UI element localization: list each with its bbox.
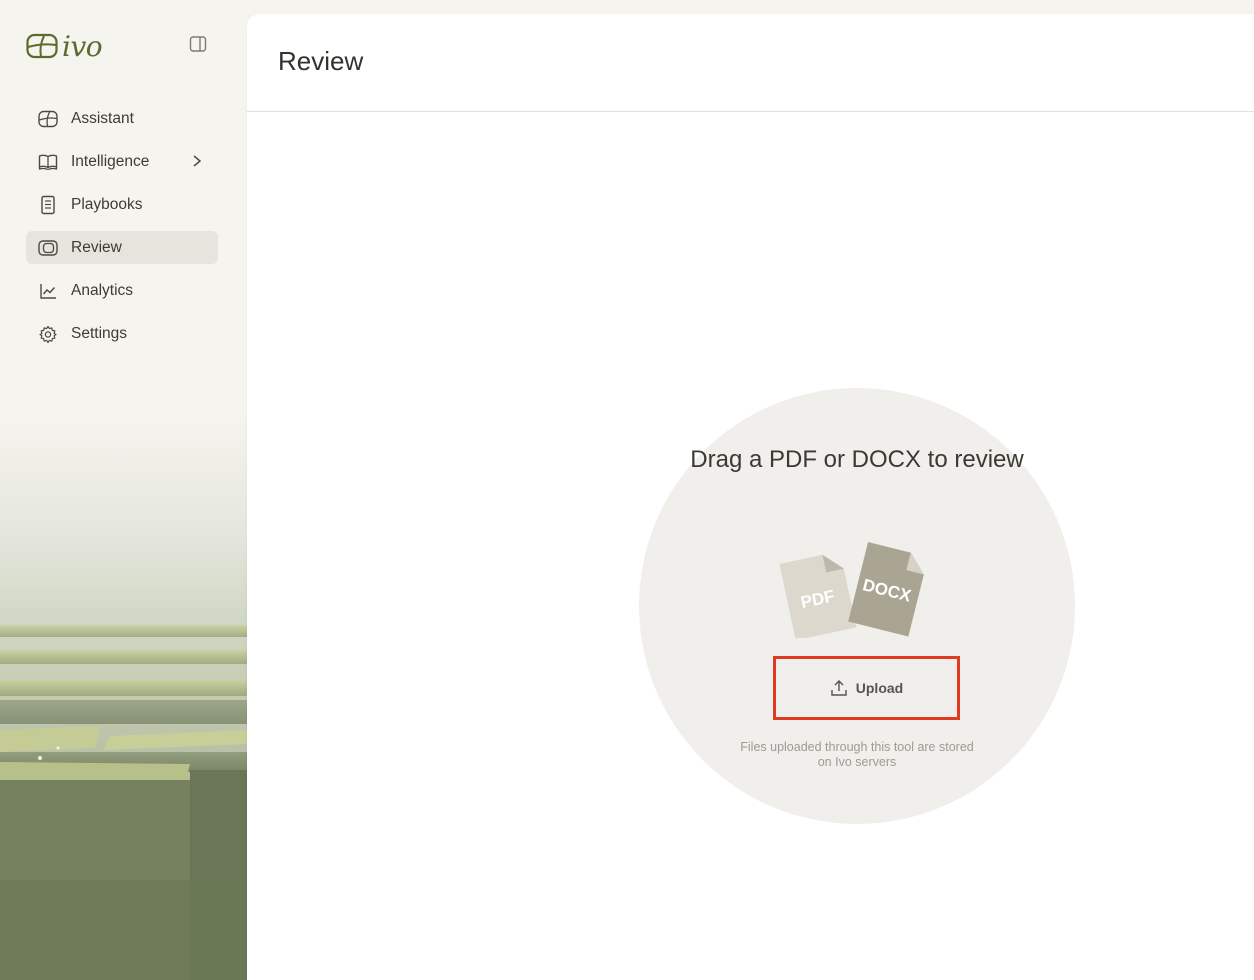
- dropzone-title: Drag a PDF or DOCX to review: [690, 446, 1024, 473]
- assistant-icon: [38, 109, 58, 129]
- main-panel: Review Drag a PDF or DOCX to review PDF …: [247, 14, 1254, 980]
- ivo-logo[interactable]: ivo: [26, 29, 103, 63]
- chevron-right-icon: [193, 155, 202, 167]
- sidebar-item-assistant[interactable]: Assistant: [26, 102, 218, 135]
- sidebar-toggle-icon: [189, 36, 207, 52]
- page-title: Review: [278, 46, 364, 76]
- upload-icon: [831, 680, 847, 696]
- upload-storage-note: Files uploaded through this tool are sto…: [740, 740, 974, 769]
- sidebar-item-intelligence[interactable]: Intelligence: [26, 145, 218, 178]
- logo-text: ivo: [62, 29, 103, 63]
- file-dropzone[interactable]: Drag a PDF or DOCX to review PDF DOCX Up…: [639, 388, 1075, 824]
- sidebar-item-analytics[interactable]: Analytics: [26, 274, 218, 307]
- upload-button-label: Upload: [855, 680, 904, 696]
- document-icon: [38, 195, 58, 215]
- review-icon: [38, 238, 58, 258]
- sidebar-item-label: Assistant: [71, 109, 134, 127]
- sidebar-item-label: Intelligence: [71, 152, 150, 170]
- upload-button[interactable]: Upload: [773, 656, 960, 720]
- page-header: Review: [247, 14, 1254, 112]
- sidebar-item-review[interactable]: Review: [26, 231, 218, 264]
- book-icon: [38, 152, 58, 172]
- sidebar-item-playbooks[interactable]: Playbooks: [26, 188, 218, 221]
- sidebar-item-label: Analytics: [71, 281, 134, 299]
- sidebar-toggle-button[interactable]: [188, 34, 208, 54]
- sidebar-item-label: Settings: [71, 324, 128, 342]
- chart-icon: [38, 281, 58, 301]
- pdf-file-icon: PDF: [779, 554, 857, 638]
- file-types-illustration: PDF DOCX: [779, 541, 924, 638]
- sidebar-item-label: Review: [71, 238, 122, 256]
- docx-file-icon: DOCX: [848, 541, 924, 637]
- gear-icon: [38, 324, 58, 344]
- sidebar: ivo Assistant Intelligence Playbooks Rev…: [0, 0, 247, 980]
- sidebar-nav: Assistant Intelligence Playbooks Review …: [26, 102, 218, 360]
- sidebar-item-settings[interactable]: Settings: [26, 317, 218, 350]
- ivo-logo-icon: [26, 33, 58, 59]
- sidebar-item-label: Playbooks: [71, 195, 143, 213]
